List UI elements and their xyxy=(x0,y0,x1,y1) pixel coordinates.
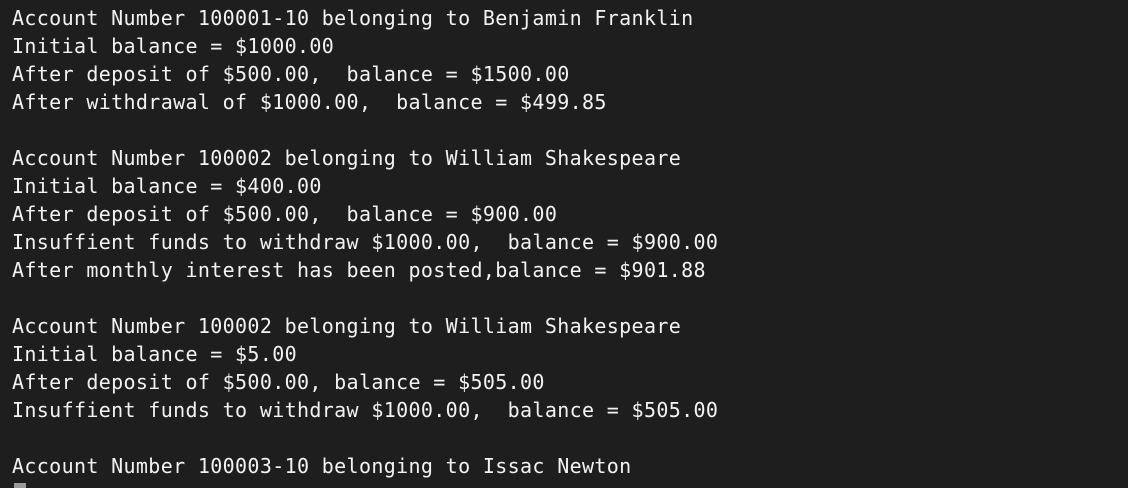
terminal-window[interactable]: Account Number 100001-10 belonging to Be… xyxy=(0,0,1128,488)
terminal-output: Account Number 100001-10 belonging to Be… xyxy=(12,0,718,488)
terminal-line: After monthly interest has been posted,b… xyxy=(12,258,706,282)
terminal-line: Account Number 100001-10 belonging to Be… xyxy=(12,6,694,30)
terminal-line: Insuffient funds to withdraw $1000.00, b… xyxy=(12,230,719,254)
terminal-line: Initial balance = $1000.00 xyxy=(12,34,335,58)
terminal-line: After deposit of $500.00, balance = $900… xyxy=(12,202,558,226)
terminal-line: Initial balance = $400.00 xyxy=(12,174,322,198)
text-cursor xyxy=(14,483,26,488)
terminal-line: Account Number 100002 belonging to Willi… xyxy=(12,314,682,338)
terminal-line: Initial balance = $5.00 xyxy=(12,342,297,366)
terminal-line: After deposit of $500.00, balance = $505… xyxy=(12,370,545,394)
terminal-line: Account Number 100002 belonging to Willi… xyxy=(12,146,682,170)
terminal-line: Insuffient funds to withdraw $1000.00, b… xyxy=(12,398,719,422)
prompt-line[interactable] xyxy=(12,480,718,488)
terminal-line: Account Number 100003-10 belonging to Is… xyxy=(12,454,632,478)
terminal-line: After deposit of $500.00, balance = $150… xyxy=(12,62,570,86)
terminal-line: After withdrawal of $1000.00, balance = … xyxy=(12,90,607,114)
